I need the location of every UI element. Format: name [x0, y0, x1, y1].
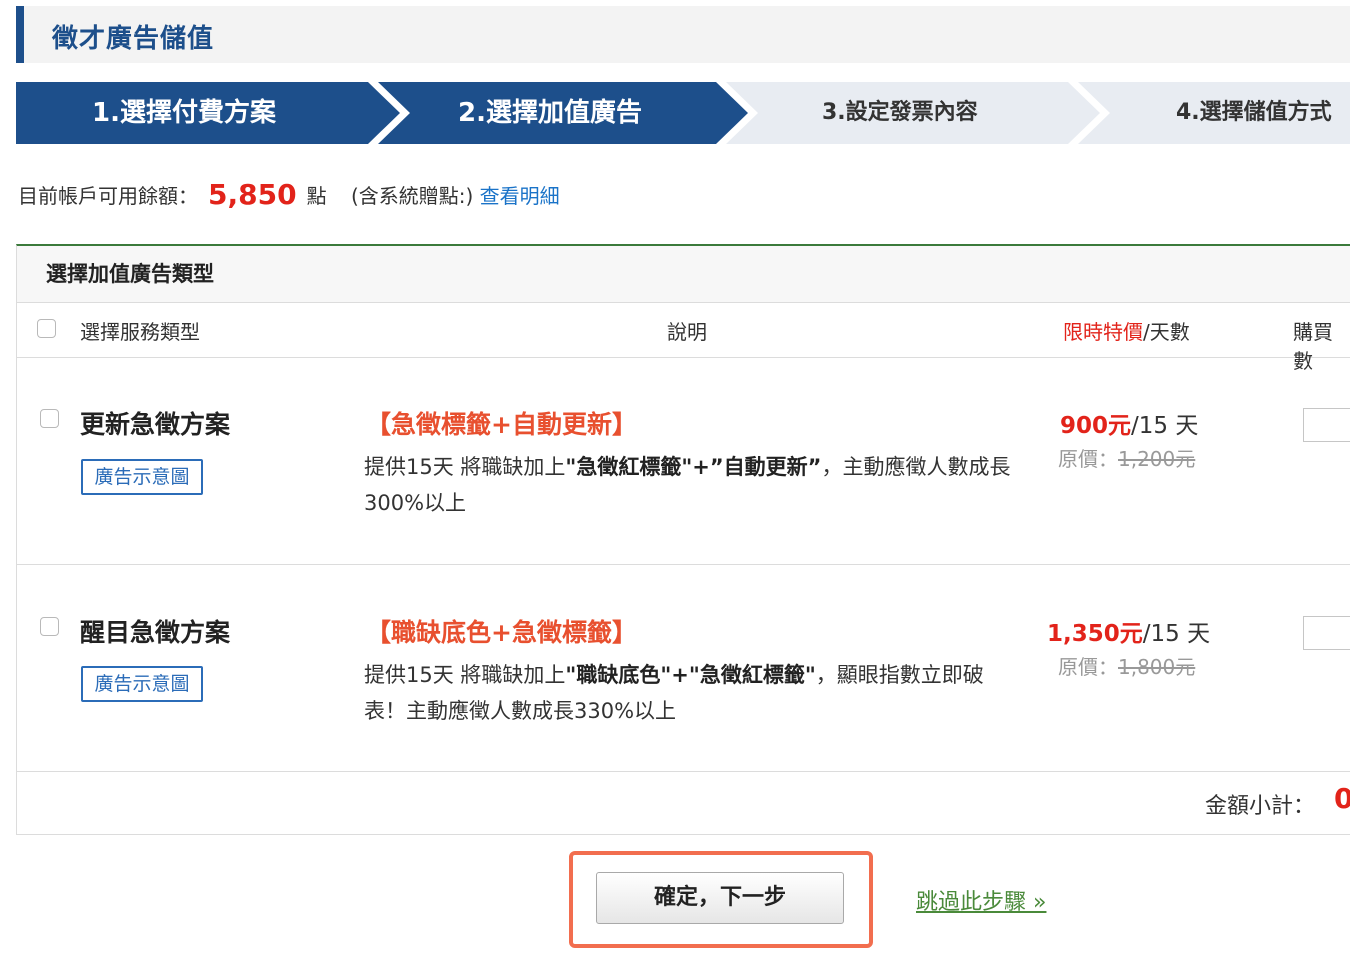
confirm-next-button[interactable]: 確定，下一步	[596, 872, 844, 924]
page-title: 徵才廣告儲值	[52, 24, 215, 54]
ad-sample-button[interactable]: 廣告示意圖	[81, 459, 203, 495]
plan-name: 更新急徵方案	[80, 410, 231, 439]
subtotal-label: 金額小計：	[1205, 794, 1316, 819]
step-progress: 1.選擇付費方案 2.選擇加值廣告 3.設定發票內容 4.選擇儲值方式	[0, 82, 1350, 144]
plan-original-price: 原價：1,200元	[1058, 443, 1195, 472]
balance-unit: 點	[306, 184, 327, 208]
plan-checkbox[interactable]	[40, 409, 59, 428]
orig-price-label: 原價：	[1058, 655, 1118, 679]
balance-line: 目前帳戶可用餘額： 5,850 點 (含系統贈點:) 查看明細	[18, 178, 560, 214]
plan-desc-text: 提供15天 將職缺加上"職缺底色"+"急徵紅標籤"，顯眼指數立即破表！主動應徵人…	[364, 657, 1024, 729]
page-header	[16, 6, 1350, 63]
col-desc-header: 說明	[667, 320, 707, 344]
plan-price-value: 1,350元	[1047, 621, 1143, 647]
plan-desc-pre: 提供15天 將職缺加上	[364, 455, 566, 479]
plan-price-days: /15 天	[1131, 413, 1199, 439]
plan-desc-bold: "急徵紅標籤"+”自動更新”	[565, 455, 822, 479]
step-2-label: 2.選擇加值廣告	[458, 98, 642, 128]
ad-sample-button[interactable]: 廣告示意圖	[81, 666, 203, 702]
col-price-header-red: 限時特價	[1063, 320, 1143, 344]
plan-price-days: /15 天	[1142, 621, 1211, 647]
select-all-checkbox[interactable]	[37, 319, 56, 338]
header-accent-bar	[16, 6, 24, 63]
row-divider	[17, 771, 1350, 772]
step-1-label: 1.選擇付費方案	[92, 98, 276, 128]
orig-price-value: 1,200元	[1118, 447, 1196, 471]
skip-step-link[interactable]: 跳過此步驟 »	[916, 884, 1046, 916]
step-3-label: 3.設定發票內容	[822, 100, 978, 125]
plan-desc-title: 【職缺底色+急徵標籤】	[366, 618, 637, 647]
plan-checkbox[interactable]	[40, 617, 59, 636]
quantity-input[interactable]	[1303, 616, 1350, 650]
balance-amount: 5,850	[208, 178, 297, 211]
plan-price: 900元/15 天	[1060, 406, 1198, 440]
plan-price: 1,350元/15 天	[1047, 614, 1210, 648]
orig-price-value: 1,800元	[1118, 655, 1196, 679]
balance-note: (含系統贈點:)	[350, 184, 474, 208]
plan-price-value: 900元	[1060, 413, 1132, 439]
balance-label: 目前帳戶可用餘額：	[18, 184, 198, 208]
col-price-header: 限時特價/天數	[1063, 316, 1190, 345]
panel-title: 選擇加值廣告類型	[46, 262, 214, 286]
plan-original-price: 原價：1,800元	[1058, 651, 1195, 680]
plan-name: 醒目急徵方案	[80, 618, 231, 647]
quantity-input[interactable]	[1303, 408, 1350, 442]
orig-price-label: 原價：	[1058, 447, 1118, 471]
panel-header	[17, 246, 1350, 303]
col-qty-header: 購買數	[1293, 320, 1333, 373]
plan-desc-bold: "職缺底色"+"急徵紅標籤"	[565, 663, 816, 687]
col-type-header: 選擇服務類型	[80, 320, 200, 344]
subtotal-value: 0	[1334, 782, 1350, 815]
row-divider	[17, 564, 1350, 565]
plan-desc-title: 【急徵標籤+自動更新】	[366, 410, 637, 439]
plan-desc-pre: 提供15天 將職缺加上	[364, 663, 566, 687]
col-price-header-rest: /天數	[1143, 320, 1190, 344]
step-4-label: 4.選擇儲值方式	[1176, 100, 1332, 125]
view-detail-link[interactable]: 查看明細	[480, 184, 560, 208]
plan-desc-text: 提供15天 將職缺加上"急徵紅標籤"+”自動更新”，主動應徵人數成長300%以上	[364, 449, 1024, 521]
